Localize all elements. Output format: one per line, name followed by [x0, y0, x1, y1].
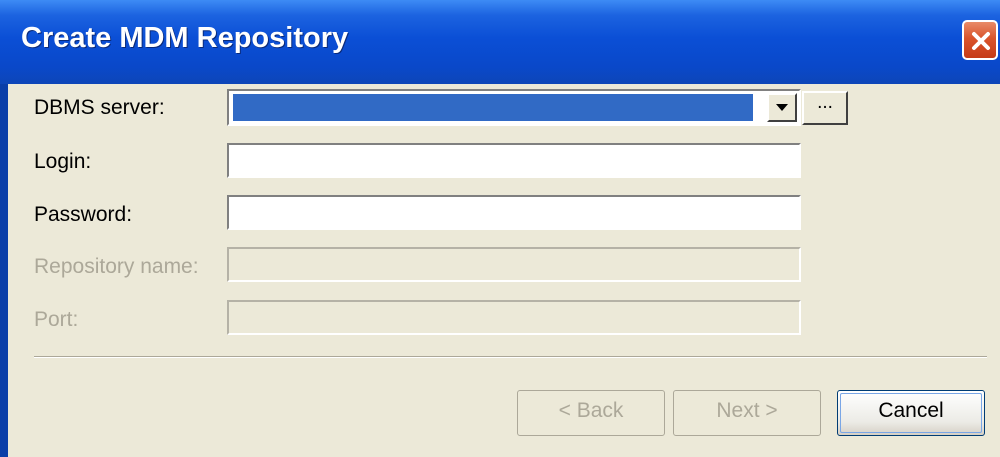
separator-line — [34, 356, 987, 358]
login-input[interactable] — [227, 143, 801, 178]
cancel-button-label: Cancel — [878, 399, 944, 422]
dbms-server-label: DBMS server: — [34, 96, 165, 119]
dbms-server-browse-button[interactable]: ... — [802, 91, 848, 125]
close-button[interactable] — [962, 20, 998, 60]
port-input[interactable] — [227, 300, 801, 335]
dialog-window: Create MDM Repository DBMS server: ... L… — [0, 0, 1000, 457]
port-label: Port: — [34, 308, 79, 331]
password-input[interactable] — [227, 195, 801, 230]
password-label: Password: — [34, 203, 133, 226]
dbms-server-selected-value — [233, 94, 753, 121]
next-button[interactable]: Next > — [673, 390, 821, 436]
dialog-body: DBMS server: ... Login: Password: Reposi… — [8, 84, 1000, 457]
dbms-server-dropdown[interactable] — [227, 89, 801, 126]
title-bar[interactable]: Create MDM Repository — [0, 0, 1000, 84]
repository-name-input[interactable] — [227, 247, 801, 282]
back-button[interactable]: < Back — [517, 390, 665, 436]
cancel-button[interactable]: Cancel — [837, 390, 985, 436]
login-label: Login: — [34, 150, 92, 173]
close-icon — [972, 32, 990, 50]
chevron-down-icon — [776, 104, 788, 111]
repository-name-label: Repository name: — [34, 255, 199, 278]
dialog-title: Create MDM Repository — [21, 22, 349, 54]
dropdown-arrow-button[interactable] — [767, 93, 797, 122]
